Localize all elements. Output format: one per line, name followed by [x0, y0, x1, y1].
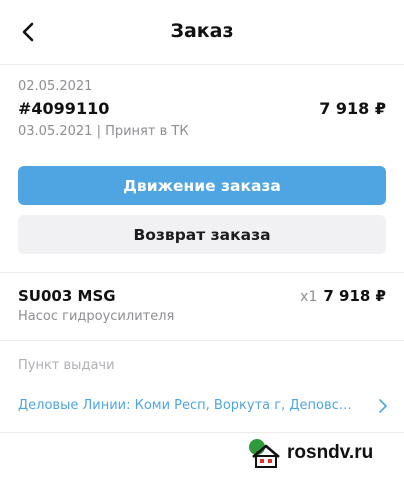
- item-sku: SU003 MSG: [18, 287, 116, 305]
- order-total: 7 918 ₽: [319, 99, 386, 118]
- divider: [0, 272, 404, 273]
- divider: [0, 64, 404, 65]
- pickup-address-row[interactable]: Деловые Линии: Коми Респ, Воркута г, Деп…: [0, 388, 404, 424]
- watermark-text: rosndv.ru: [287, 442, 374, 463]
- order-status-line: 03.05.2021 | Принят в ТК: [18, 124, 189, 139]
- page-title: Заказ: [170, 20, 234, 42]
- pickup-address[interactable]: Деловые Линии: Коми Респ, Воркута г, Деп…: [18, 398, 358, 413]
- order-number: #4099110: [18, 99, 110, 118]
- order-created-date: 02.05.2021: [18, 79, 93, 94]
- house-logo-icon: [249, 439, 280, 468]
- item-description: Насос гидроусилителя: [18, 309, 175, 324]
- item-price-group: x1 7 918 ₽: [300, 287, 386, 305]
- item-price: 7 918 ₽: [323, 287, 386, 305]
- pickup-label: Пункт выдачи: [18, 358, 115, 373]
- watermark: rosndv.ru: [247, 436, 399, 470]
- item-quantity: x1: [300, 289, 318, 305]
- track-order-button[interactable]: Движение заказа: [18, 166, 386, 205]
- header: Заказ: [0, 0, 404, 64]
- divider: [0, 432, 404, 433]
- return-order-button[interactable]: Возврат заказа: [18, 215, 386, 254]
- chevron-right-icon: [379, 399, 387, 413]
- divider: [0, 340, 404, 341]
